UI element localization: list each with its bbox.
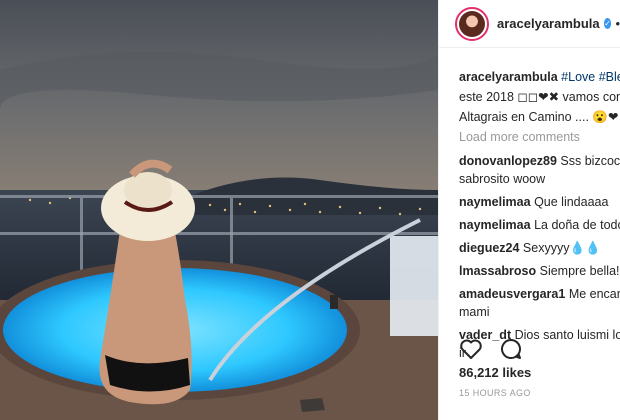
caption-username[interactable]: aracelyarambula	[459, 70, 558, 84]
comment-item: donovanlopez89 Sss bizcochit sabrosito w…	[459, 152, 620, 188]
comment-item: naymelimaa Que lindaaaa	[459, 193, 620, 211]
caption-line: aracelyarambula #Love #Bless	[459, 68, 620, 86]
likes-count[interactable]: 86,212 likes	[459, 365, 531, 380]
comment-username[interactable]: naymelimaa	[459, 218, 531, 232]
comment-icon[interactable]	[499, 338, 523, 360]
comment-text: Me encanta	[568, 287, 620, 301]
load-more-comments-link[interactable]: Load more comments	[459, 128, 620, 146]
post-actions	[459, 338, 523, 360]
instagram-post: aracelyarambula ✓ • aracelyarambula #Lov…	[0, 0, 620, 420]
avatar[interactable]	[455, 6, 489, 41]
comments-list: aracelyarambula #Love #Bless este 2018 ◻…	[439, 48, 620, 362]
post-timestamp: 15 HOURS AGO	[459, 388, 531, 398]
comment-text: Que lindaaaa	[534, 195, 609, 209]
comment-item: dieguez24 Sexyyyy💧💧	[459, 239, 620, 257]
caption-hashtags[interactable]: #Love #Bless	[561, 70, 620, 84]
comment-username[interactable]: lmassabroso	[459, 264, 536, 278]
comment-username[interactable]: donovanlopez89	[459, 154, 557, 168]
comment-text: Sss bizcochit	[560, 154, 620, 168]
header-separator: •	[615, 16, 620, 31]
caption-line: Altagrais en Camino .... 😮❤	[459, 110, 619, 124]
comment-item: naymelimaa La doña de todoo	[459, 216, 620, 234]
caption-line: este 2018 ◻◻❤✖ vamos con	[459, 90, 620, 104]
post-photo[interactable]	[0, 0, 438, 420]
comment-item: lmassabroso Siempre bella!!!!	[459, 262, 620, 280]
comment-text: Dios santo luismi lo d	[514, 328, 620, 342]
comment-text-cont: mami	[459, 305, 490, 319]
comment-text: La doña de todoo	[534, 218, 620, 232]
comment-username[interactable]: amadeusvergara1	[459, 287, 565, 301]
comment-username[interactable]: naymelimaa	[459, 195, 531, 209]
verified-badge-icon: ✓	[603, 18, 612, 29]
heart-icon[interactable]	[459, 338, 483, 360]
comment-item: amadeusvergara1 Me encanta mami	[459, 285, 620, 321]
comment-username[interactable]: dieguez24	[459, 241, 519, 255]
comment-text-cont: sabrosito woow	[459, 172, 546, 186]
post-header: aracelyarambula ✓ •	[439, 0, 620, 48]
comment-text: Sexyyyy💧💧	[522, 241, 601, 255]
post-sidebar: aracelyarambula ✓ • aracelyarambula #Lov…	[438, 0, 620, 420]
header-username[interactable]: aracelyarambula	[497, 16, 600, 31]
comment-text: Siempre bella!!!!	[539, 264, 620, 278]
pool-scene-image	[0, 0, 438, 420]
